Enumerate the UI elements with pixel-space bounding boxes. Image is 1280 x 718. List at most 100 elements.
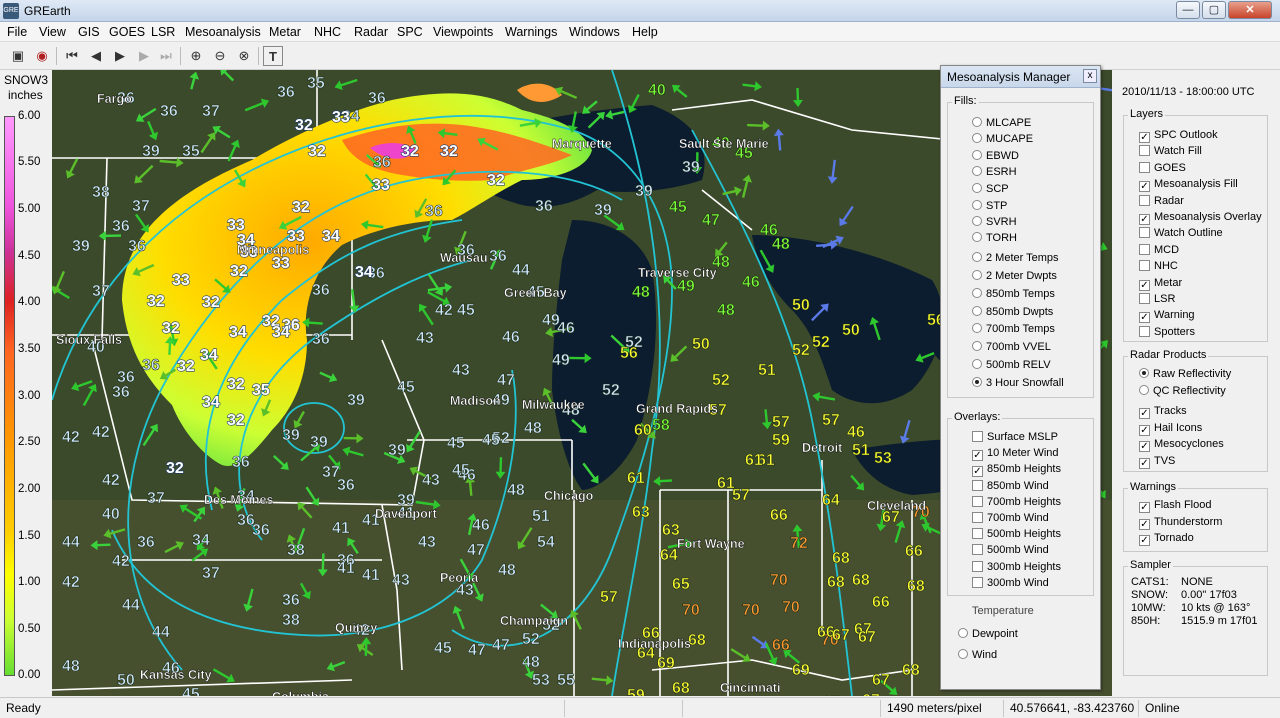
checkbox[interactable] xyxy=(1139,293,1150,304)
checkbox[interactable] xyxy=(1139,243,1150,255)
checkbox[interactable] xyxy=(1139,260,1150,272)
warning-option[interactable]: ✓ Flash Flood xyxy=(1139,499,1211,513)
radio-button[interactable] xyxy=(972,150,982,160)
text-tool-icon[interactable]: T xyxy=(263,46,283,66)
zoom-in-icon[interactable]: ⊕ xyxy=(186,46,206,66)
warning-option[interactable]: ✓ Tornado xyxy=(1139,532,1194,546)
layer-option[interactable]: ✓ Warning xyxy=(1139,309,1195,324)
layer-option[interactable]: ✓ SPC Outlook xyxy=(1139,129,1218,143)
menu-goes[interactable]: GOES xyxy=(109,25,145,39)
fill-option[interactable]: 850mb Temps xyxy=(972,288,1055,300)
layer-option[interactable]: ✓ Mesoanalysis Overlay xyxy=(1139,211,1262,225)
overlay-option[interactable]: 500mb Heights xyxy=(972,528,1061,540)
radio-button[interactable] xyxy=(972,133,982,143)
save-icon[interactable]: ▣ xyxy=(8,46,28,66)
overlay-option[interactable]: 300mb Wind xyxy=(972,576,1049,589)
radar-product-option[interactable]: ✓ Hail Icons xyxy=(1139,422,1202,436)
fill-option[interactable]: 850mb Dwpts xyxy=(972,306,1053,318)
menu-spc[interactable]: SPC xyxy=(397,25,423,39)
layer-option[interactable]: Radar xyxy=(1139,194,1184,207)
layer-option[interactable]: Spotters xyxy=(1139,325,1195,338)
warning-option[interactable]: ✓ Thunderstorm xyxy=(1139,516,1222,530)
fill-option[interactable]: MUCAPE xyxy=(972,133,1033,145)
fill-option[interactable]: SCP xyxy=(972,183,1009,195)
menu-metar[interactable]: Metar xyxy=(269,25,301,39)
wind-option[interactable]: Wind xyxy=(958,649,997,661)
checkbox[interactable] xyxy=(972,528,983,540)
overlay-option[interactable]: 700mb Wind xyxy=(972,512,1049,524)
radar-product-option[interactable]: ✓ TVS xyxy=(1139,455,1175,469)
checkbox[interactable]: ✓ xyxy=(1139,424,1150,436)
radio-button[interactable] xyxy=(972,117,982,127)
checkbox[interactable]: ✓ xyxy=(1139,502,1150,513)
radio-button[interactable] xyxy=(1139,384,1149,395)
checkbox[interactable]: ✓ xyxy=(1139,312,1150,324)
menu-lsr[interactable]: LSR xyxy=(151,25,175,39)
checkbox[interactable] xyxy=(1139,145,1150,157)
close-button[interactable]: ✕ xyxy=(1228,1,1272,19)
menu-help[interactable]: Help xyxy=(632,25,658,39)
radio-button[interactable] xyxy=(972,166,982,176)
layer-option[interactable]: Watch Outline xyxy=(1139,227,1223,239)
next-frame-icon[interactable]: ▶ xyxy=(134,46,154,66)
prev-frame-icon[interactable]: ◀ xyxy=(86,46,106,66)
fill-option[interactable]: EBWD xyxy=(972,150,1019,162)
checkbox[interactable]: ✓ xyxy=(972,450,983,462)
radio-button[interactable] xyxy=(972,200,982,210)
dewpoint-option[interactable]: Dewpoint xyxy=(958,628,1018,640)
menu-mesoanalysis[interactable]: Mesoanalysis xyxy=(185,25,261,39)
zoom-reset-icon[interactable]: ⊗ xyxy=(234,46,254,66)
fill-option[interactable]: 500mb RELV xyxy=(972,359,1051,371)
layer-option[interactable]: GOES xyxy=(1139,161,1186,174)
overlay-option[interactable]: 700mb Heights xyxy=(972,495,1061,508)
overlay-option[interactable]: Surface MSLP xyxy=(972,431,1058,443)
checkbox[interactable] xyxy=(972,576,983,588)
fill-option[interactable]: SVRH xyxy=(972,216,1017,228)
fill-option[interactable]: ESRH xyxy=(972,166,1017,178)
checkbox[interactable]: ✓ xyxy=(1139,441,1150,452)
radar-product-option[interactable]: ✓ Tracks xyxy=(1139,405,1187,419)
radio-button[interactable] xyxy=(972,377,982,387)
checkbox[interactable]: ✓ xyxy=(1139,214,1150,225)
layer-option[interactable]: LSR xyxy=(1139,293,1175,305)
checkbox[interactable] xyxy=(972,479,983,491)
radio-button[interactable] xyxy=(958,628,968,638)
radio-button[interactable] xyxy=(958,649,968,659)
fill-option[interactable]: MLCAPE xyxy=(972,117,1031,129)
radio-button[interactable] xyxy=(972,232,982,242)
minimize-button[interactable]: — xyxy=(1176,1,1200,19)
checkbox[interactable] xyxy=(972,560,983,572)
fill-option[interactable]: 700mb Temps xyxy=(972,323,1055,335)
fill-option[interactable]: 2 Meter Dwpts xyxy=(972,270,1057,282)
menu-radar[interactable]: Radar xyxy=(354,25,388,39)
radar-product-option[interactable]: Raw Reflectivity xyxy=(1139,368,1231,380)
overlay-option[interactable]: ✓ 850mb Heights xyxy=(972,463,1061,478)
overlay-option[interactable]: 850mb Wind xyxy=(972,479,1049,492)
layer-option[interactable]: Watch Fill xyxy=(1139,145,1202,157)
radio-button[interactable] xyxy=(1139,368,1149,378)
radio-button[interactable] xyxy=(972,359,982,369)
fill-option[interactable]: 700mb VVEL xyxy=(972,341,1051,353)
checkbox[interactable]: ✓ xyxy=(1139,518,1150,530)
checkbox[interactable]: ✓ xyxy=(1139,457,1150,469)
radio-button[interactable] xyxy=(972,306,982,316)
fill-option[interactable]: STP xyxy=(972,200,1007,212)
menu-windows[interactable]: Windows xyxy=(569,25,620,39)
radio-button[interactable] xyxy=(972,341,982,351)
menu-gis[interactable]: GIS xyxy=(78,25,100,39)
fill-option[interactable]: 2 Meter Temps xyxy=(972,252,1059,264)
checkbox[interactable]: ✓ xyxy=(1139,279,1150,291)
layer-option[interactable]: ✓ Mesoanalysis Fill xyxy=(1139,178,1238,193)
radio-button[interactable] xyxy=(972,183,982,193)
checkbox[interactable] xyxy=(972,512,983,523)
checkbox[interactable]: ✓ xyxy=(1139,408,1150,419)
checkbox[interactable]: ✓ xyxy=(972,466,983,478)
overlay-option[interactable]: 300mb Heights xyxy=(972,560,1061,573)
layer-option[interactable]: ✓ Metar xyxy=(1139,277,1182,291)
checkbox[interactable] xyxy=(972,431,983,442)
checkbox[interactable]: ✓ xyxy=(1139,132,1150,143)
play-icon[interactable]: ▶ xyxy=(110,46,130,66)
zoom-out-icon[interactable]: ⊖ xyxy=(210,46,230,66)
temperature-option[interactable]: Temperature xyxy=(972,605,1034,617)
checkbox[interactable]: ✓ xyxy=(1139,535,1150,546)
